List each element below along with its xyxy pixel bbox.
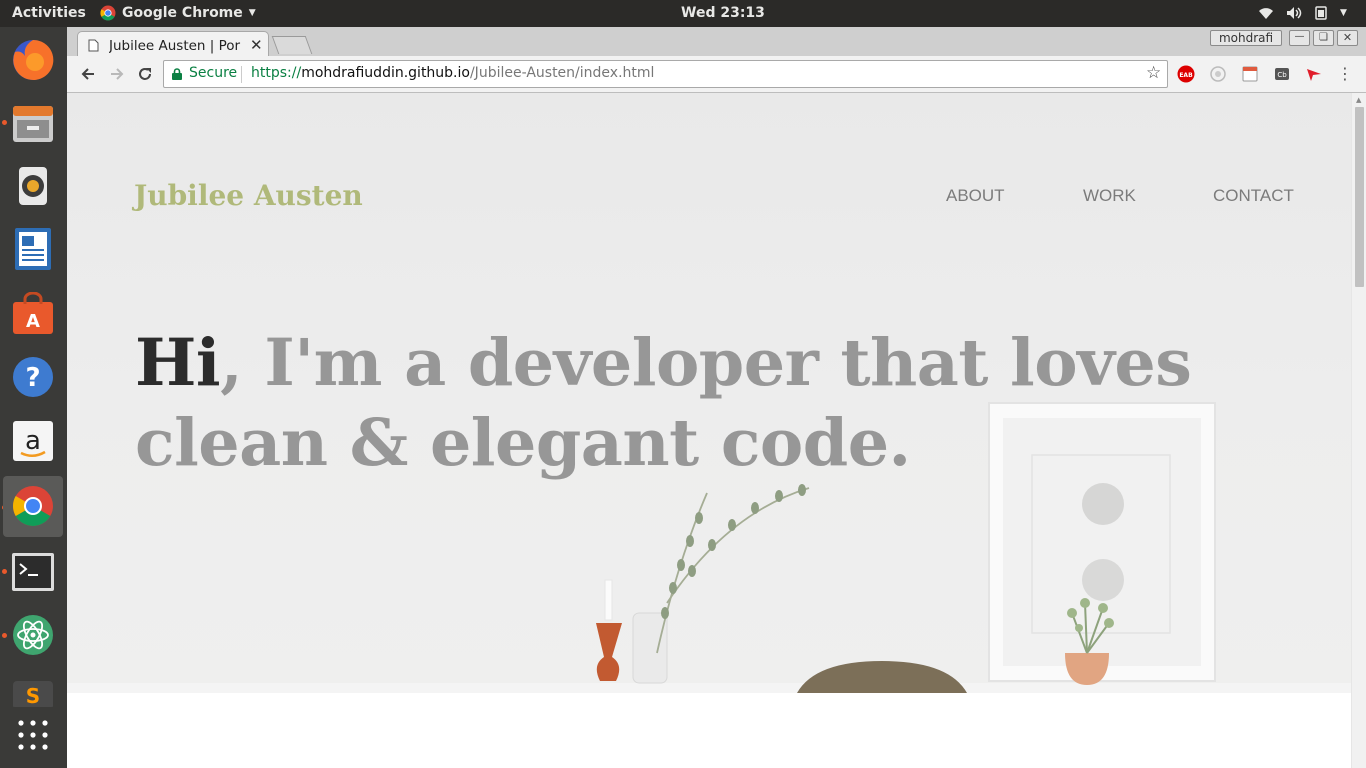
volume-icon: [1287, 7, 1302, 19]
svg-text:Cb: Cb: [1277, 71, 1287, 79]
svg-text:S: S: [26, 684, 40, 707]
bird-extension-icon[interactable]: [1305, 65, 1323, 83]
back-arrow-icon[interactable]: [80, 66, 96, 82]
scrollbar-thumb[interactable]: [1355, 107, 1364, 287]
wifi-icon: [1259, 8, 1273, 19]
minimize-icon[interactable]: —: [1289, 30, 1310, 46]
sublime-text-icon: S: [13, 681, 53, 707]
browser-frame: Jubilee Austen | Por ✕ mohdrafi — ❏ ✕ Se…: [67, 27, 1366, 93]
headline-line-2: clean & elegant code.: [135, 405, 911, 481]
menu-icon[interactable]: ⋮: [1337, 65, 1353, 83]
shopping-bag-icon: A: [13, 292, 53, 334]
launcher-dock: A ? a S: [0, 27, 67, 768]
url-scheme: https://: [251, 65, 302, 81]
grid-icon: [18, 720, 48, 750]
nav-work[interactable]: WORK: [1083, 186, 1136, 206]
chrome-small-icon: [100, 5, 116, 21]
system-tray[interactable]: ▼: [1258, 6, 1347, 20]
forward-arrow-icon[interactable]: [109, 66, 125, 82]
rhythmbox-launcher[interactable]: [9, 162, 57, 210]
window-close-icon[interactable]: ✕: [1337, 30, 1358, 46]
speaker-icon: [19, 167, 47, 205]
restore-icon[interactable]: ❏: [1313, 30, 1334, 46]
atom-launcher[interactable]: [9, 611, 57, 659]
svg-text:?: ?: [25, 363, 40, 393]
url-text: https://mohdrafiuddin.github.io/Jubilee-…: [251, 65, 654, 81]
file-cabinet-icon: [13, 106, 53, 142]
document-icon: [15, 228, 51, 270]
amazon-launcher[interactable]: a: [9, 417, 57, 465]
page-scrollbar[interactable]: ▲: [1351, 93, 1366, 768]
nav-about[interactable]: ABOUT: [946, 186, 1005, 206]
headline-emphasis: Hi: [135, 325, 221, 401]
secure-label: Secure: [189, 65, 238, 81]
show-applications-button[interactable]: [9, 711, 57, 759]
page-icon: [88, 39, 99, 52]
nav-contact[interactable]: CONTACT: [1213, 186, 1294, 206]
tab-title: Jubilee Austen | Por: [109, 38, 241, 54]
svg-text:a: a: [25, 426, 41, 456]
sublime-launcher[interactable]: S: [9, 677, 57, 707]
firefox-icon: [13, 39, 54, 80]
svg-text:A: A: [26, 311, 40, 332]
extensions-area: EAB Cb ⋮: [1177, 65, 1353, 83]
headline-line-1: , I'm a developer that loves: [220, 325, 1192, 401]
terminal-icon: [12, 553, 54, 591]
svg-text:EAB: EAB: [1179, 72, 1193, 79]
firefox-launcher[interactable]: [9, 36, 57, 84]
activities-button[interactable]: Activities: [12, 5, 86, 21]
amazon-icon: a: [13, 421, 53, 461]
cb-extension-icon[interactable]: Cb: [1273, 65, 1291, 83]
lock-icon: [172, 68, 182, 80]
divider: [241, 66, 242, 83]
software-center-launcher[interactable]: A: [9, 290, 57, 338]
scroll-up-icon[interactable]: ▲: [1356, 96, 1361, 104]
window-controls: — ❏ ✕: [1289, 30, 1358, 46]
system-top-bar: Activities Google Chrome ▼ Wed 23:13 ▼: [0, 0, 1366, 27]
chrome-launcher[interactable]: [9, 482, 57, 530]
new-tab-button[interactable]: [271, 36, 313, 54]
clock[interactable]: Wed 23:13: [681, 5, 765, 21]
extension-icon[interactable]: [1209, 65, 1227, 83]
atom-icon: [13, 615, 53, 655]
address-bar[interactable]: Secure https://mohdrafiuddin.github.io/J…: [163, 60, 1168, 88]
app-name: Google Chrome: [122, 5, 243, 21]
chevron-down-icon: ▼: [248, 8, 256, 18]
bookmark-star-icon[interactable]: ☆: [1146, 63, 1161, 83]
app-menu[interactable]: Google Chrome ▼: [100, 5, 256, 21]
help-launcher[interactable]: ?: [9, 353, 57, 401]
chrome-icon: [13, 486, 53, 526]
browser-toolbar: Secure https://mohdrafiuddin.github.io/J…: [67, 56, 1366, 93]
files-launcher[interactable]: [9, 99, 57, 147]
chevron-down-icon: ▼: [1340, 8, 1347, 18]
battery-icon: [1315, 6, 1327, 20]
writer-launcher[interactable]: [9, 225, 57, 273]
url-host: mohdrafiuddin.github.io: [301, 65, 470, 81]
profile-button[interactable]: mohdrafi: [1210, 30, 1282, 46]
adblock-icon[interactable]: EAB: [1177, 65, 1195, 83]
page-viewport: Jubilee Austen ABOUT WORK CONTACT Hi, I'…: [67, 93, 1351, 768]
hero-headline: Hi, I'm a developer that loves clean & el…: [135, 323, 1192, 483]
help-icon: ?: [13, 357, 53, 397]
hero-section: Jubilee Austen ABOUT WORK CONTACT Hi, I'…: [67, 93, 1351, 693]
terminal-launcher[interactable]: [9, 548, 57, 596]
url-path: /Jubilee-Austen/index.html: [469, 65, 655, 81]
reload-icon[interactable]: [137, 66, 153, 82]
browser-tab[interactable]: Jubilee Austen | Por ✕: [77, 31, 269, 59]
close-icon[interactable]: ✕: [250, 36, 263, 54]
calendar-icon[interactable]: [1241, 65, 1259, 83]
site-brand[interactable]: Jubilee Austen: [134, 179, 363, 212]
